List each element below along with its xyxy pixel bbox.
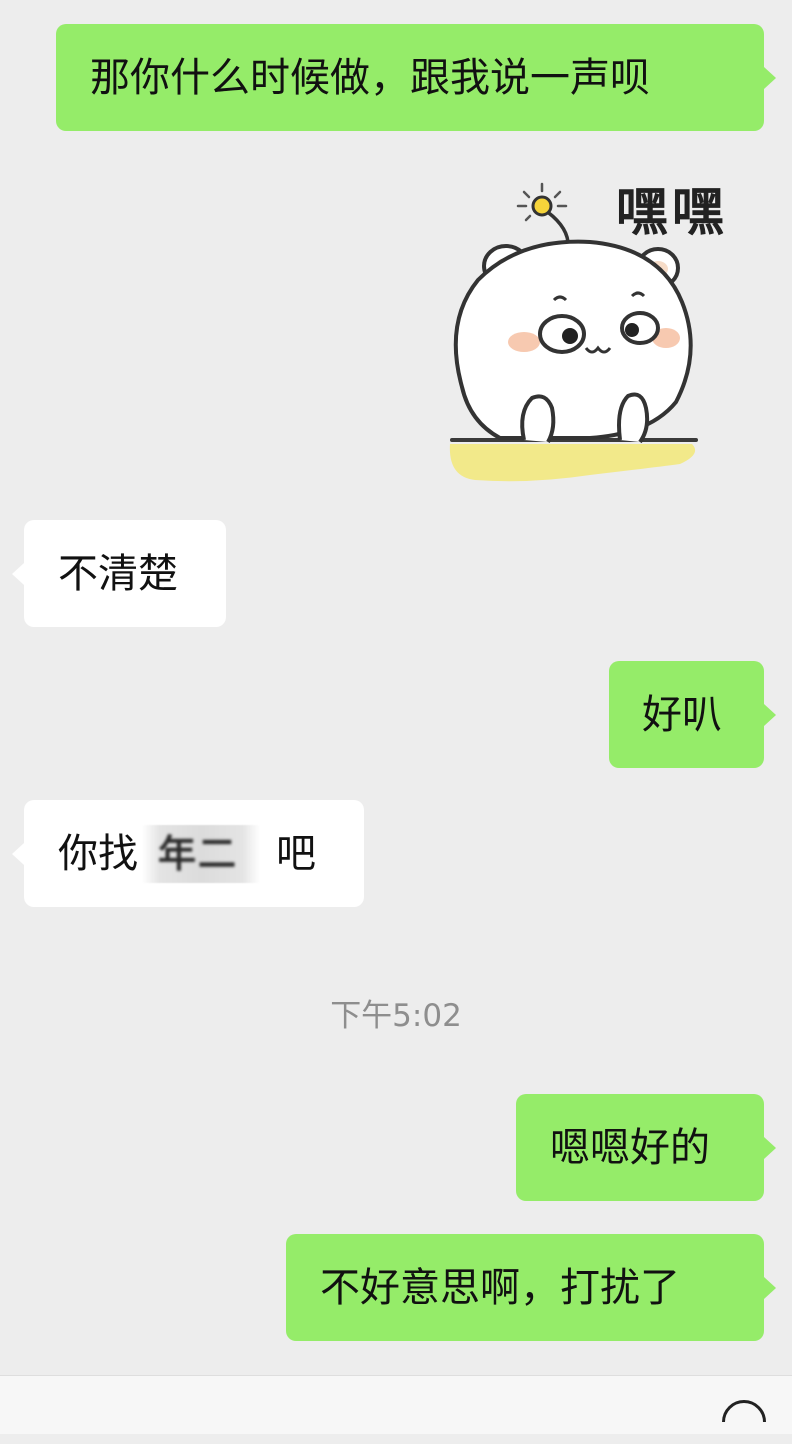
message-bubble-sent[interactable]: 不好意思啊，打扰了 bbox=[286, 1234, 776, 1341]
message-text: 不清楚 bbox=[58, 550, 178, 597]
message-text-before: 你找 bbox=[58, 830, 138, 877]
message-bubble-sent[interactable]: 好叭 bbox=[609, 661, 776, 768]
sticker-message[interactable]: 嘿嘿 bbox=[440, 172, 760, 490]
message-text: 那你什么时候做，跟我说一声呗 bbox=[90, 54, 650, 101]
hamster-sticker-icon: 嘿嘿 bbox=[449, 182, 728, 482]
timestamp: 下午5:02 bbox=[330, 998, 462, 1034]
sticker-ground bbox=[449, 444, 696, 482]
message-text: 不好意思啊，打扰了 bbox=[320, 1264, 680, 1311]
redacted-name: 年二 bbox=[142, 824, 260, 883]
message-bubble-received[interactable]: 不清楚 bbox=[12, 520, 226, 627]
message-text: 好叭 bbox=[642, 691, 722, 738]
message-bubble-received[interactable]: 你找 年二 吧 bbox=[12, 800, 364, 907]
chat-area[interactable]: 那你什么时候做，跟我说一声呗 嘿嘿 不清楚 好叭 你找 年二 吧 下午5:02 … bbox=[0, 0, 792, 1375]
message-bubble-sent[interactable]: 那你什么时候做，跟我说一声呗 bbox=[56, 24, 776, 131]
message-text: 嗯嗯好的 bbox=[550, 1124, 710, 1171]
message-text-after: 吧 bbox=[276, 830, 316, 877]
more-icon[interactable] bbox=[722, 1400, 766, 1422]
bottom-toolbar bbox=[0, 1375, 792, 1434]
message-bubble-sent[interactable]: 嗯嗯好的 bbox=[516, 1094, 776, 1201]
sticker-caption: 嘿嘿 bbox=[616, 183, 728, 243]
